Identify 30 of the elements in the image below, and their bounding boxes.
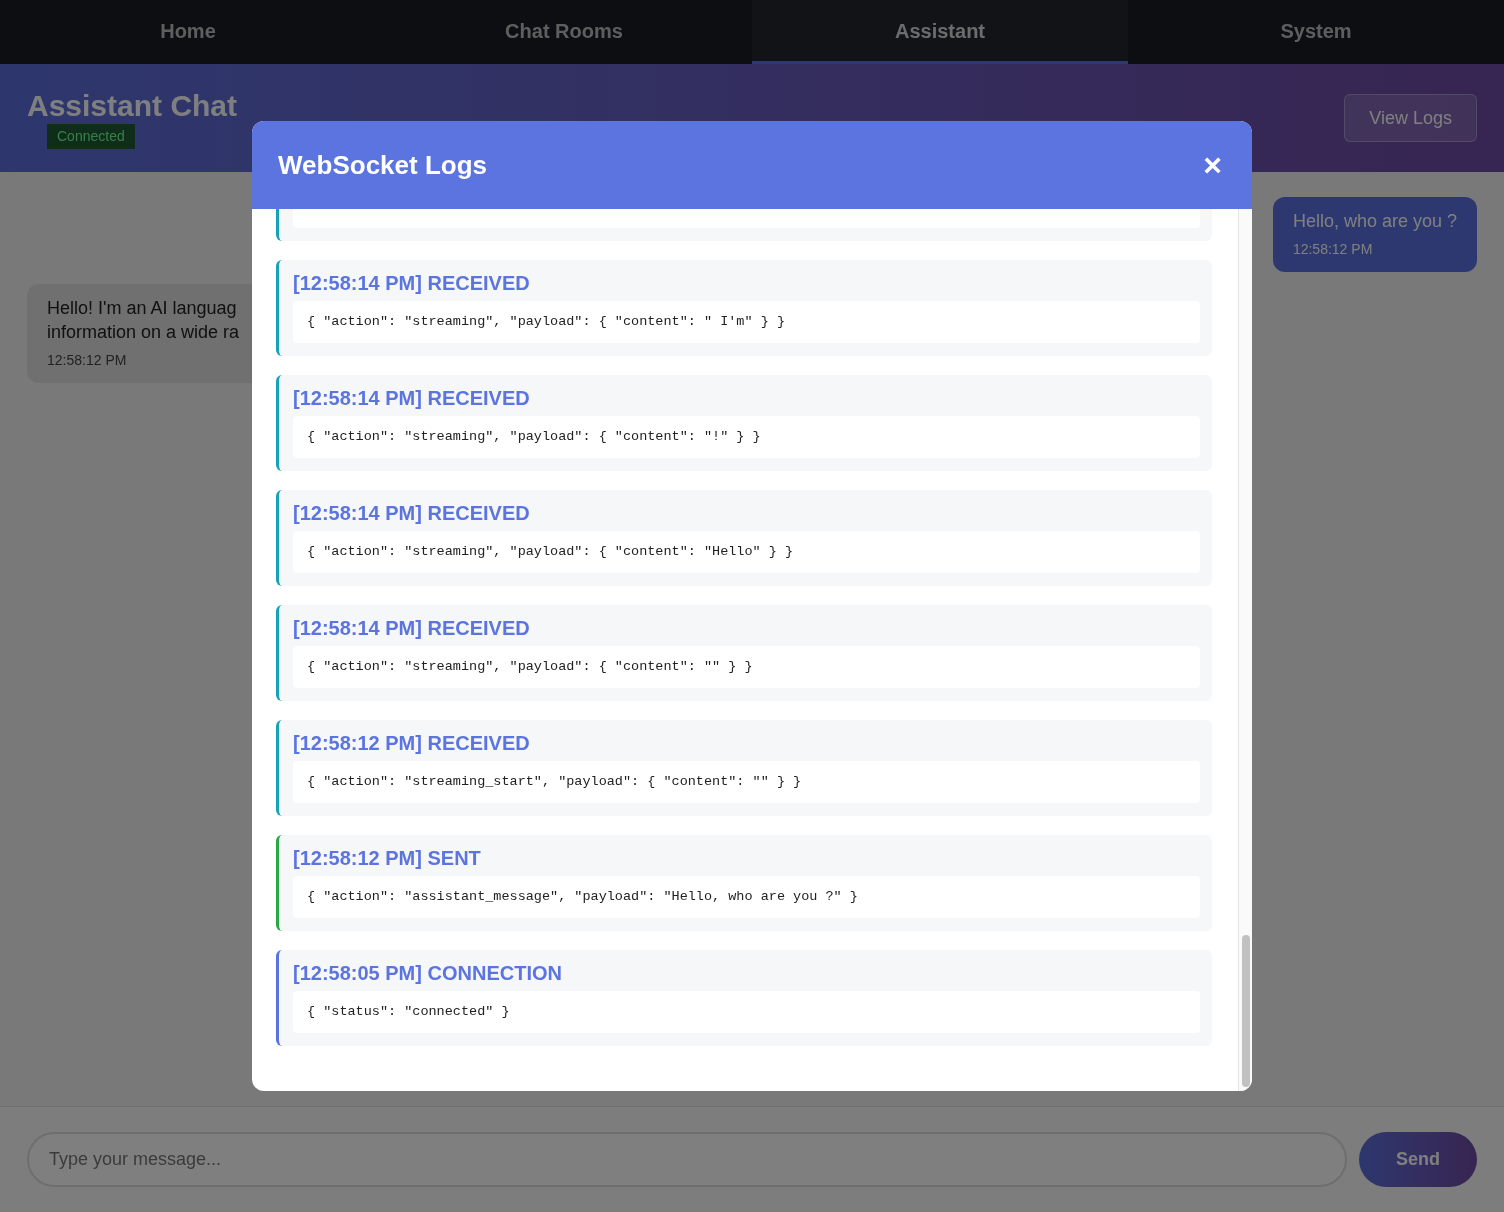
scrollbar-thumb[interactable]: [1241, 935, 1250, 1087]
nav-tab[interactable]: Chat Rooms: [376, 0, 752, 64]
nav-tab[interactable]: Assistant: [752, 0, 1128, 64]
payload-code: { "action": "streaming", "payload": { "content": " I'm" } }: [307, 312, 785, 331]
message-input[interactable]: Type your message...: [27, 1132, 1347, 1187]
message-time: 12:58:12 PM: [1292, 240, 1374, 259]
status-badge: Connected: [47, 123, 135, 149]
nav-tab[interactable]: System: [1128, 0, 1504, 64]
log-heading: [12:58:12 PM] RECEIVED: [293, 731, 531, 755]
payload-code: { "action": "streaming", "payload": { "content": "" } }: [307, 657, 753, 676]
message-text: Hello, who are you ?: [1292, 210, 1457, 233]
log-heading: [12:58:14 PM] RECEIVED: [293, 616, 531, 640]
payload-code: { "status": "connected" }: [307, 1002, 510, 1021]
page-title: Assistant Chat: [27, 87, 238, 124]
nav-tab[interactable]: Home: [0, 0, 376, 64]
modal-title: WebSocket Logs: [278, 148, 487, 182]
send-button[interactable]: Send: [1359, 1132, 1477, 1187]
log-heading: [12:58:05 PM] CONNECTION: [293, 961, 563, 985]
message-text: Hello! I'm an AI languag: [47, 297, 238, 320]
payload-code: { "action": "assistant_message", "payload": "Hello, who are you ?" }: [307, 887, 858, 906]
payload-code: { "action": "streaming", "payload": { "content": "!" } }: [307, 427, 761, 446]
log-heading: [12:58:14 PM] RECEIVED: [293, 386, 531, 410]
close-button[interactable]: ×: [1199, 149, 1226, 181]
payload-code: { "action": "streaming_start", "payload": { "content": "" } }: [307, 772, 802, 791]
payload-code: { "action": "streaming", "payload": { "content": "Hello" } }: [307, 542, 794, 561]
log-heading: [12:58:14 PM] RECEIVED: [293, 271, 531, 295]
message-time: 12:58:12 PM: [47, 351, 128, 370]
log-heading: [12:58:12 PM] SENT: [293, 846, 482, 870]
log-heading: [12:58:14 PM] RECEIVED: [293, 501, 531, 525]
message-text: information on a wide ra: [47, 321, 241, 344]
